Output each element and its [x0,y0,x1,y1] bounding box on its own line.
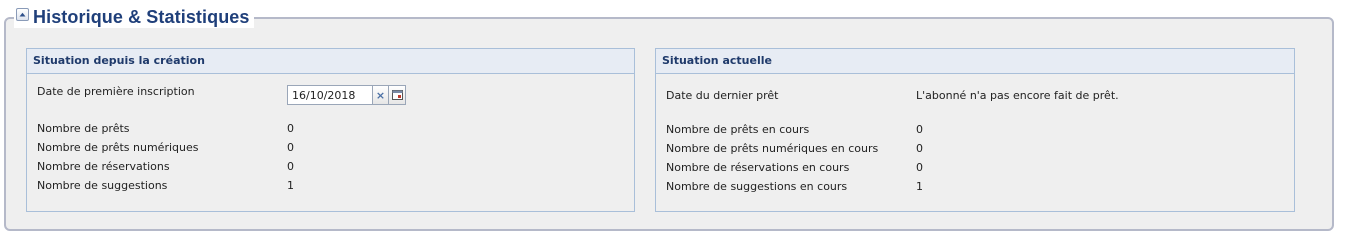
digital-loans-value: 0 [287,141,294,154]
collapse-up-icon[interactable] [16,7,29,21]
current-reservations-label: Nombre de réservations en cours [666,161,850,174]
suggestions-label: Nombre de suggestions [37,179,168,192]
first-registration-label: Date de première inscription [37,85,195,98]
panel-header-current-situation: Situation actuelle [656,49,1294,74]
last-loan-value: L'abonné n'a pas encore fait de prêt. [916,89,1119,102]
digital-loans-label: Nombre de prêts numériques [37,141,199,154]
first-registration-date-input[interactable]: 16/10/2018 [287,85,373,105]
reservations-label: Nombre de réservations [37,160,170,173]
panel-since-creation: Situation depuis la création Date de pre… [26,48,635,212]
panel-current-situation: Situation actuelle Date du dernier prêt … [655,48,1295,212]
loans-label: Nombre de prêts [37,122,130,135]
row-first-registration: Date de première inscription 16/10/2018 … [37,85,627,107]
section-legend: Historique & Statistiques [14,6,254,28]
suggestions-value: 1 [287,179,294,192]
section-title: Historique & Statistiques [33,6,250,27]
current-digital-loans-value: 0 [916,142,923,155]
last-loan-label: Date du dernier prêt [666,89,779,102]
calendar-icon[interactable] [389,85,406,105]
current-digital-loans-label: Nombre de prêts numériques en cours [666,142,879,155]
panel-header-since-creation: Situation depuis la création [27,49,634,74]
current-reservations-value: 0 [916,161,923,174]
clear-x-icon[interactable]: × [373,85,389,105]
current-loans-value: 0 [916,123,923,136]
current-loans-label: Nombre de prêts en cours [666,123,810,136]
reservations-value: 0 [287,160,294,173]
current-suggestions-value: 1 [916,180,923,193]
current-suggestions-label: Nombre de suggestions en cours [666,180,848,193]
loans-value: 0 [287,122,294,135]
